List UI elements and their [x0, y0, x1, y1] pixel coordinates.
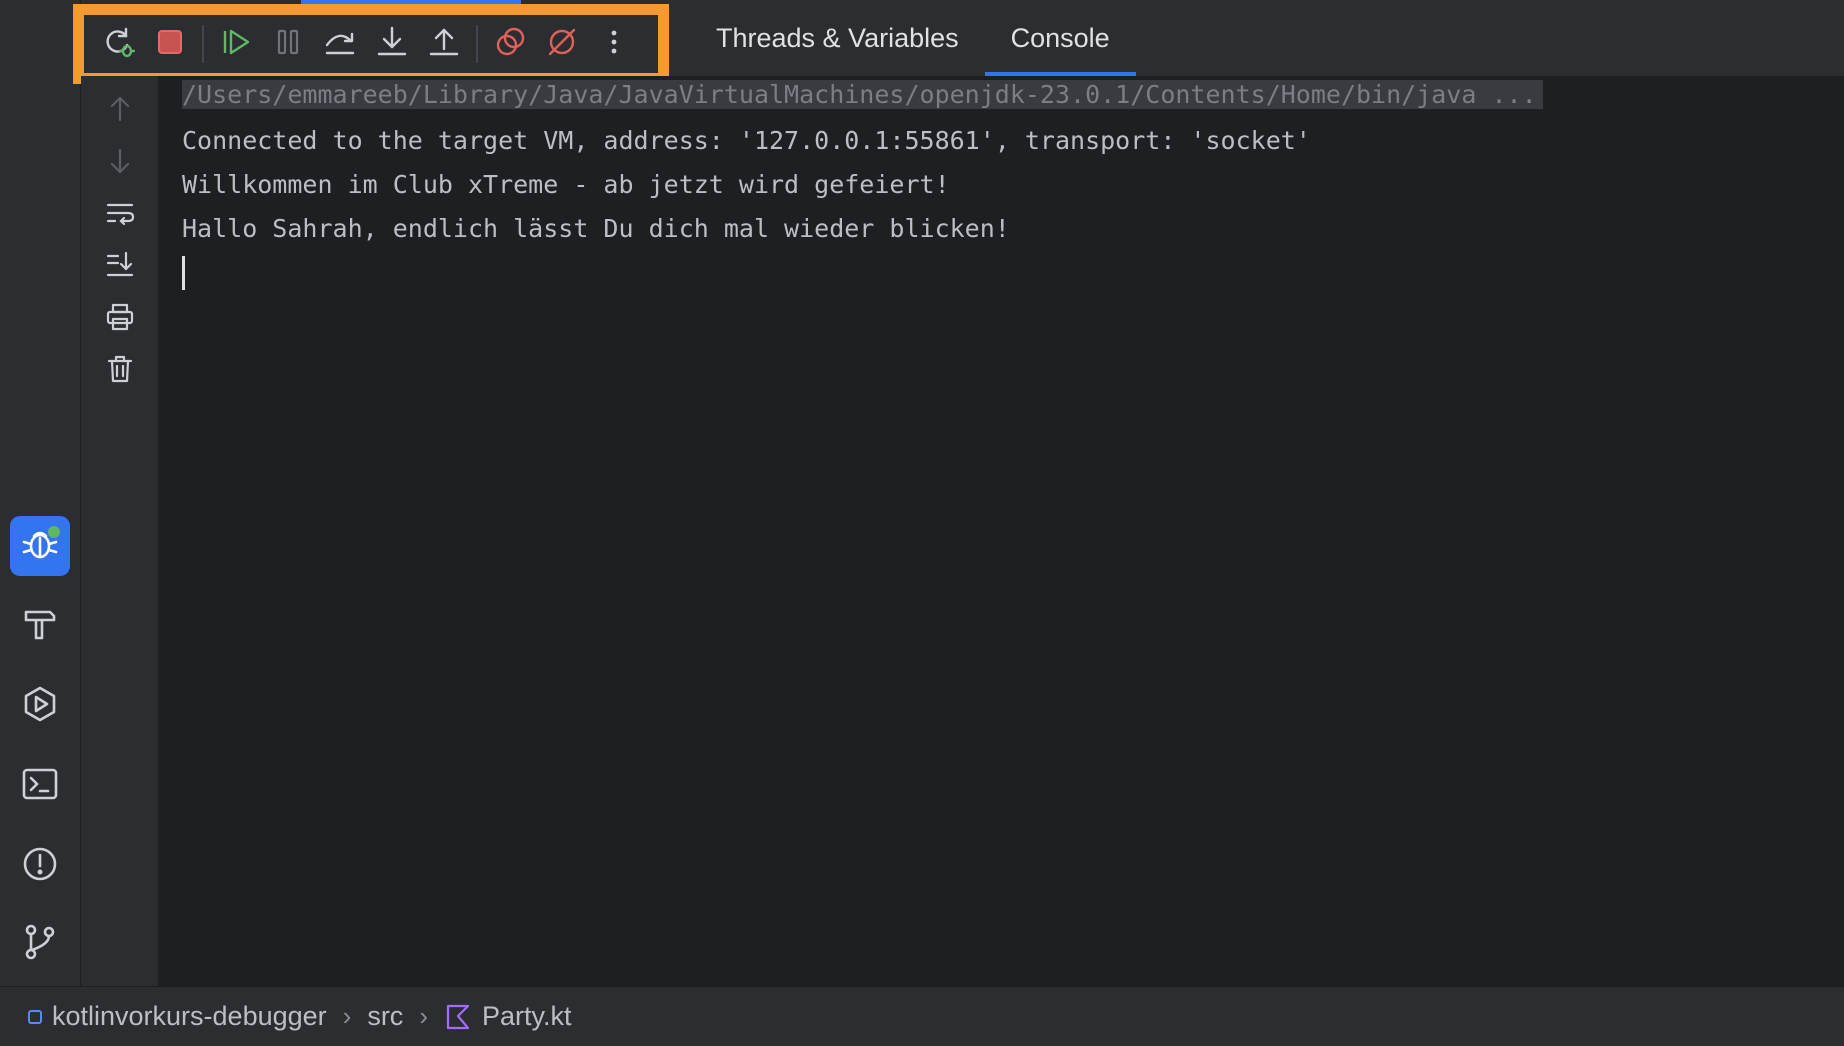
tab-threads-variables[interactable]: Threads & Variables — [690, 0, 985, 76]
soft-wrap-button[interactable] — [103, 198, 137, 232]
mute-breakpoints-icon — [545, 25, 579, 64]
scroll-to-end-icon — [105, 250, 135, 285]
up-arrow-icon — [105, 94, 135, 129]
git-tool-button[interactable] — [10, 914, 70, 974]
file-name: Party.kt — [481, 1001, 572, 1031]
step-over-icon — [323, 25, 357, 64]
chevron-right-icon: › — [342, 1001, 352, 1031]
toolbar-separator — [202, 25, 204, 63]
debug-tabs: Threads & Variables Console — [690, 0, 1136, 76]
debug-toolbar-highlight — [73, 4, 669, 84]
step-into-icon — [375, 25, 409, 64]
stop-icon — [153, 25, 187, 64]
step-over-button[interactable] — [318, 22, 362, 66]
console-line: Hallo Sahrah, endlich lässt Du dich mal … — [182, 214, 1010, 243]
more-options-icon — [597, 25, 631, 64]
problems-tool-button[interactable] — [10, 836, 70, 896]
clear-all-icon — [105, 354, 135, 389]
terminal-icon — [20, 764, 60, 809]
console-line: Connected to the target VM, address: '12… — [182, 126, 1311, 155]
view-breakpoints-icon — [493, 25, 527, 64]
terminal-tool-button[interactable] — [10, 756, 70, 816]
pause-program-icon — [271, 25, 305, 64]
resume-program-button[interactable] — [214, 22, 258, 66]
soft-wrap-icon — [105, 198, 135, 233]
git-branch-icon — [20, 922, 60, 967]
step-out-button[interactable] — [422, 22, 466, 66]
tool-window-bar — [0, 0, 81, 986]
console-actions — [81, 76, 158, 986]
step-into-button[interactable] — [370, 22, 414, 66]
running-status-dot — [48, 526, 60, 538]
tab-console[interactable]: Console — [984, 0, 1136, 76]
build-hammer-icon — [20, 604, 60, 649]
build-tool-button[interactable] — [10, 596, 70, 656]
more-options-button[interactable] — [592, 22, 636, 66]
console-command-line[interactable]: /Users/emmareeb/Library/Java/JavaVirtual… — [182, 80, 1543, 109]
next-occurrence-button[interactable] — [103, 146, 137, 180]
previous-occurrence-button[interactable] — [103, 94, 137, 128]
resume-program-icon — [219, 25, 253, 64]
breadcrumb-file[interactable]: Party.kt — [444, 1001, 572, 1032]
rerun-debug-button[interactable] — [96, 22, 140, 66]
toolbar-separator — [476, 25, 478, 63]
kotlin-file-icon — [444, 1003, 472, 1031]
scroll-to-end-button[interactable] — [103, 250, 137, 284]
step-out-icon — [427, 25, 461, 64]
problems-icon — [20, 844, 60, 889]
breadcrumb-folder[interactable]: src — [367, 1001, 403, 1032]
print-button[interactable] — [103, 302, 137, 336]
breadcrumb-project[interactable]: kotlinvorkurs-debugger — [28, 1001, 327, 1032]
console-output[interactable]: /Users/emmareeb/Library/Java/JavaVirtual… — [158, 76, 1844, 986]
folder-name: src — [367, 1001, 404, 1031]
services-tool-button[interactable] — [10, 676, 70, 736]
view-breakpoints-button[interactable] — [488, 22, 532, 66]
text-cursor — [182, 256, 185, 290]
console-line: Willkommen im Club xTreme - ab jetzt wir… — [182, 170, 950, 199]
clear-all-button[interactable] — [103, 354, 137, 388]
down-arrow-icon — [105, 146, 135, 181]
project-name: kotlinvorkurs-debugger — [52, 1001, 327, 1031]
services-icon — [20, 684, 60, 729]
rerun-debug-icon — [101, 25, 136, 64]
pause-program-button[interactable] — [266, 22, 310, 66]
print-icon — [105, 302, 135, 337]
mute-breakpoints-button[interactable] — [540, 22, 584, 66]
module-icon — [28, 1009, 42, 1024]
debug-tool-button[interactable] — [10, 516, 70, 576]
chevron-right-icon: › — [419, 1001, 428, 1031]
breadcrumb: kotlinvorkurs-debugger › src › Party.kt — [0, 986, 1844, 1046]
stop-button[interactable] — [148, 22, 192, 66]
